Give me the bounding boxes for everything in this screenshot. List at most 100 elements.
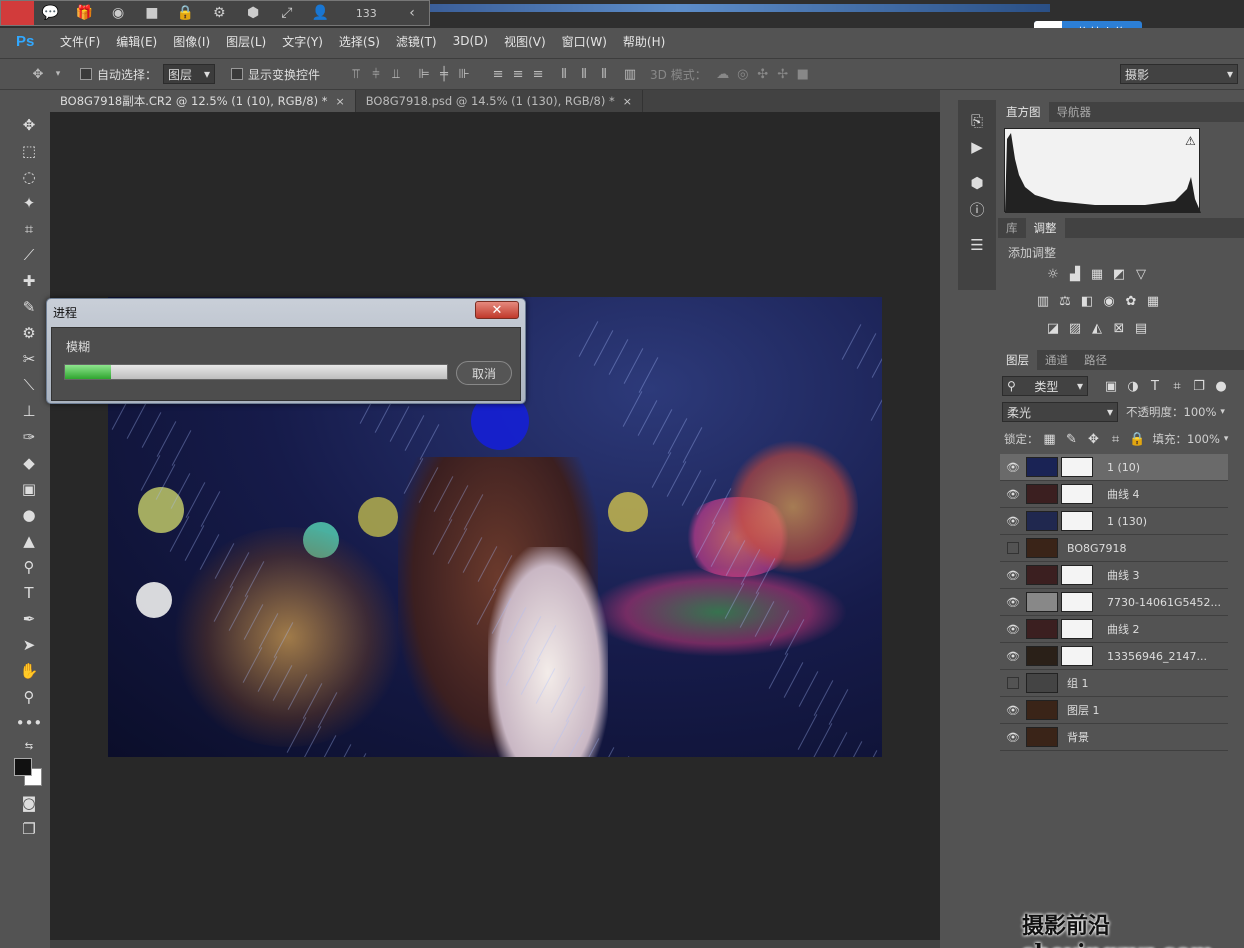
lock-artboard-icon[interactable]: ⌗ — [1105, 429, 1127, 449]
menu-view[interactable]: 视图(V) — [496, 33, 554, 50]
align-hcenter-icon[interactable]: ╪ — [434, 67, 454, 82]
lasso-tool-icon[interactable]: ◌ — [12, 164, 46, 190]
layer-row[interactable]: 👁 曲线 4 — [1000, 481, 1228, 508]
color-lookup-icon[interactable]: ▦ — [1142, 291, 1164, 311]
user-icon[interactable]: 👤 — [304, 1, 338, 25]
brush-tool-icon[interactable]: ✎ — [12, 294, 46, 320]
filter-shape-icon[interactable]: ⌗ — [1166, 376, 1188, 396]
cancel-button[interactable]: 取消 — [456, 361, 512, 385]
align-left-icon[interactable]: ⊫ — [414, 67, 434, 82]
filter-type-icon[interactable]: T — [1144, 376, 1166, 396]
menu-select[interactable]: 选择(S) — [331, 33, 388, 50]
type-tool-icon[interactable]: T — [12, 580, 46, 606]
align-top-icon[interactable]: ⫪ — [346, 67, 366, 82]
hand-tool-icon[interactable]: ✋ — [12, 658, 46, 684]
distribute-right-icon[interactable]: ⦀ — [594, 67, 614, 82]
auto-select-checkbox[interactable] — [80, 68, 92, 80]
workspace-dropdown[interactable]: 摄影 ▾ — [1120, 64, 1238, 84]
gradient-tool-icon[interactable]: ▣ — [12, 476, 46, 502]
layer-row[interactable]: 👁 图层 1 — [1000, 697, 1228, 724]
visibility-eye-icon[interactable]: 👁 — [1000, 704, 1026, 717]
chevron-down-icon[interactable]: ▾ — [1224, 434, 1229, 444]
screen-mode-icon[interactable]: ❐ — [12, 816, 46, 842]
marquee-tool-icon[interactable]: ⬚ — [12, 138, 46, 164]
zoom-tool-icon[interactable]: ⚲ — [12, 684, 46, 710]
distribute-vcenter-icon[interactable]: ≡ — [508, 67, 528, 82]
show-transform-checkbox[interactable] — [231, 68, 244, 80]
fill-value[interactable]: 100% — [1187, 432, 1220, 446]
layer-row[interactable]: 👁 7730-14061G5452... — [1000, 589, 1228, 616]
close-icon[interactable]: × — [335, 95, 344, 108]
layer-mask-thumbnail[interactable] — [1061, 511, 1093, 531]
layer-name[interactable]: 背景 — [1067, 729, 1089, 745]
quick-mask-icon[interactable]: ◙ — [12, 790, 46, 816]
selective-color-icon[interactable]: ⊠ — [1108, 318, 1130, 338]
lock-transparent-icon[interactable]: ▦ — [1039, 429, 1061, 449]
posterize-icon[interactable]: ▨ — [1064, 318, 1086, 338]
menu-help[interactable]: 帮助(H) — [615, 33, 673, 50]
layer-row[interactable]: 👁 曲线 2 — [1000, 616, 1228, 643]
chevron-down-icon[interactable]: ▾ — [1220, 407, 1225, 417]
filter-adjust-icon[interactable]: ◑ — [1122, 376, 1144, 396]
lock-icon[interactable]: 🔒 — [169, 1, 203, 25]
curves-icon[interactable]: ▦ — [1086, 264, 1108, 284]
layer-name[interactable]: 1 (130) — [1107, 515, 1147, 528]
layer-thumbnail[interactable] — [1026, 592, 1058, 612]
opacity-value[interactable]: 100% — [1184, 405, 1217, 419]
dialog-close-button[interactable]: ✕ — [475, 301, 519, 319]
layer-name[interactable]: 图层 1 — [1067, 702, 1100, 718]
chat-icon[interactable]: 💬 — [34, 1, 68, 25]
eyedropper-tool-icon[interactable]: ⟋ — [12, 242, 46, 268]
fullscreen-icon[interactable]: ⤢ — [270, 1, 304, 25]
visibility-eye-icon[interactable]: 👁 — [1000, 731, 1026, 744]
distribute-bottom-icon[interactable]: ≡ — [528, 67, 548, 82]
layer-name[interactable]: 1 (10) — [1107, 461, 1140, 474]
visibility-eye-icon[interactable]: 👁 — [1000, 515, 1026, 528]
3d-orbit-icon[interactable]: ☁ — [713, 67, 733, 82]
3d-slide-icon[interactable]: ✢ — [773, 67, 793, 82]
paint-brush-tool-icon[interactable]: ⟍ — [12, 372, 46, 398]
tab-paths[interactable]: 路径 — [1076, 350, 1115, 370]
crop-tool-icon[interactable]: ⌗ — [12, 216, 46, 242]
healing-tool-icon[interactable]: ✚ — [12, 268, 46, 294]
close-red-icon[interactable] — [1, 1, 34, 25]
layer-row[interactable]: BO8G7918 — [1000, 535, 1228, 562]
art-brush-tool-icon[interactable]: ✑ — [12, 424, 46, 450]
3d-roll-icon[interactable]: ◎ — [733, 67, 753, 82]
more-tools-icon[interactable]: ••• — [12, 710, 46, 736]
layer-row[interactable]: 👁 曲线 3 — [1000, 562, 1228, 589]
layer-mask-thumbnail[interactable] — [1061, 646, 1093, 666]
distribute-top-icon[interactable]: ≡ — [488, 67, 508, 82]
layer-thumbnail[interactable] — [1026, 700, 1058, 720]
menu-edit[interactable]: 编辑(E) — [108, 33, 165, 50]
camera-icon[interactable]: ■ — [135, 1, 169, 25]
layer-thumbnail[interactable] — [1026, 673, 1058, 693]
tab-document-2[interactable]: BO8G7918.psd @ 14.5% (1 (130), RGB/8) * × — [356, 90, 643, 112]
align-vcenter-icon[interactable]: ⫩ — [366, 67, 386, 82]
swap-colors-icon[interactable]: ⇆ — [12, 736, 46, 756]
layer-thumbnail[interactable] — [1026, 565, 1058, 585]
lock-pixels-icon[interactable]: ✎ — [1061, 429, 1083, 449]
levels-icon[interactable]: ▟ — [1064, 264, 1086, 284]
vibrance-icon[interactable]: ▽ — [1130, 264, 1152, 284]
layer-row[interactable]: 组 1 — [1000, 670, 1228, 697]
move-tool-icon[interactable]: ✥ — [12, 112, 46, 138]
layer-thumbnail[interactable] — [1026, 484, 1058, 504]
eraser-tool-icon[interactable]: ◆ — [12, 450, 46, 476]
layer-name[interactable]: 曲线 4 — [1107, 486, 1140, 502]
visibility-eye-icon[interactable]: 👁 — [1000, 461, 1026, 474]
gift-icon[interactable]: 🎁 — [68, 1, 102, 25]
hue-saturation-icon[interactable]: ▥ — [1032, 291, 1054, 311]
lock-position-icon[interactable]: ✥ — [1083, 429, 1105, 449]
tab-channels[interactable]: 通道 — [1037, 350, 1076, 370]
layer-thumbnail[interactable] — [1026, 619, 1058, 639]
invert-icon[interactable]: ◪ — [1042, 318, 1064, 338]
close-icon[interactable]: × — [623, 95, 632, 108]
visibility-eye-icon[interactable] — [1007, 542, 1019, 554]
menu-3d[interactable]: 3D(D) — [445, 34, 496, 48]
blur-tool-icon[interactable]: ● — [12, 502, 46, 528]
visibility-eye-icon[interactable]: 👁 — [1000, 650, 1026, 663]
layer-name[interactable]: BO8G7918 — [1067, 542, 1127, 555]
exposure-icon[interactable]: ◩ — [1108, 264, 1130, 284]
menu-filter[interactable]: 滤镜(T) — [388, 33, 445, 50]
